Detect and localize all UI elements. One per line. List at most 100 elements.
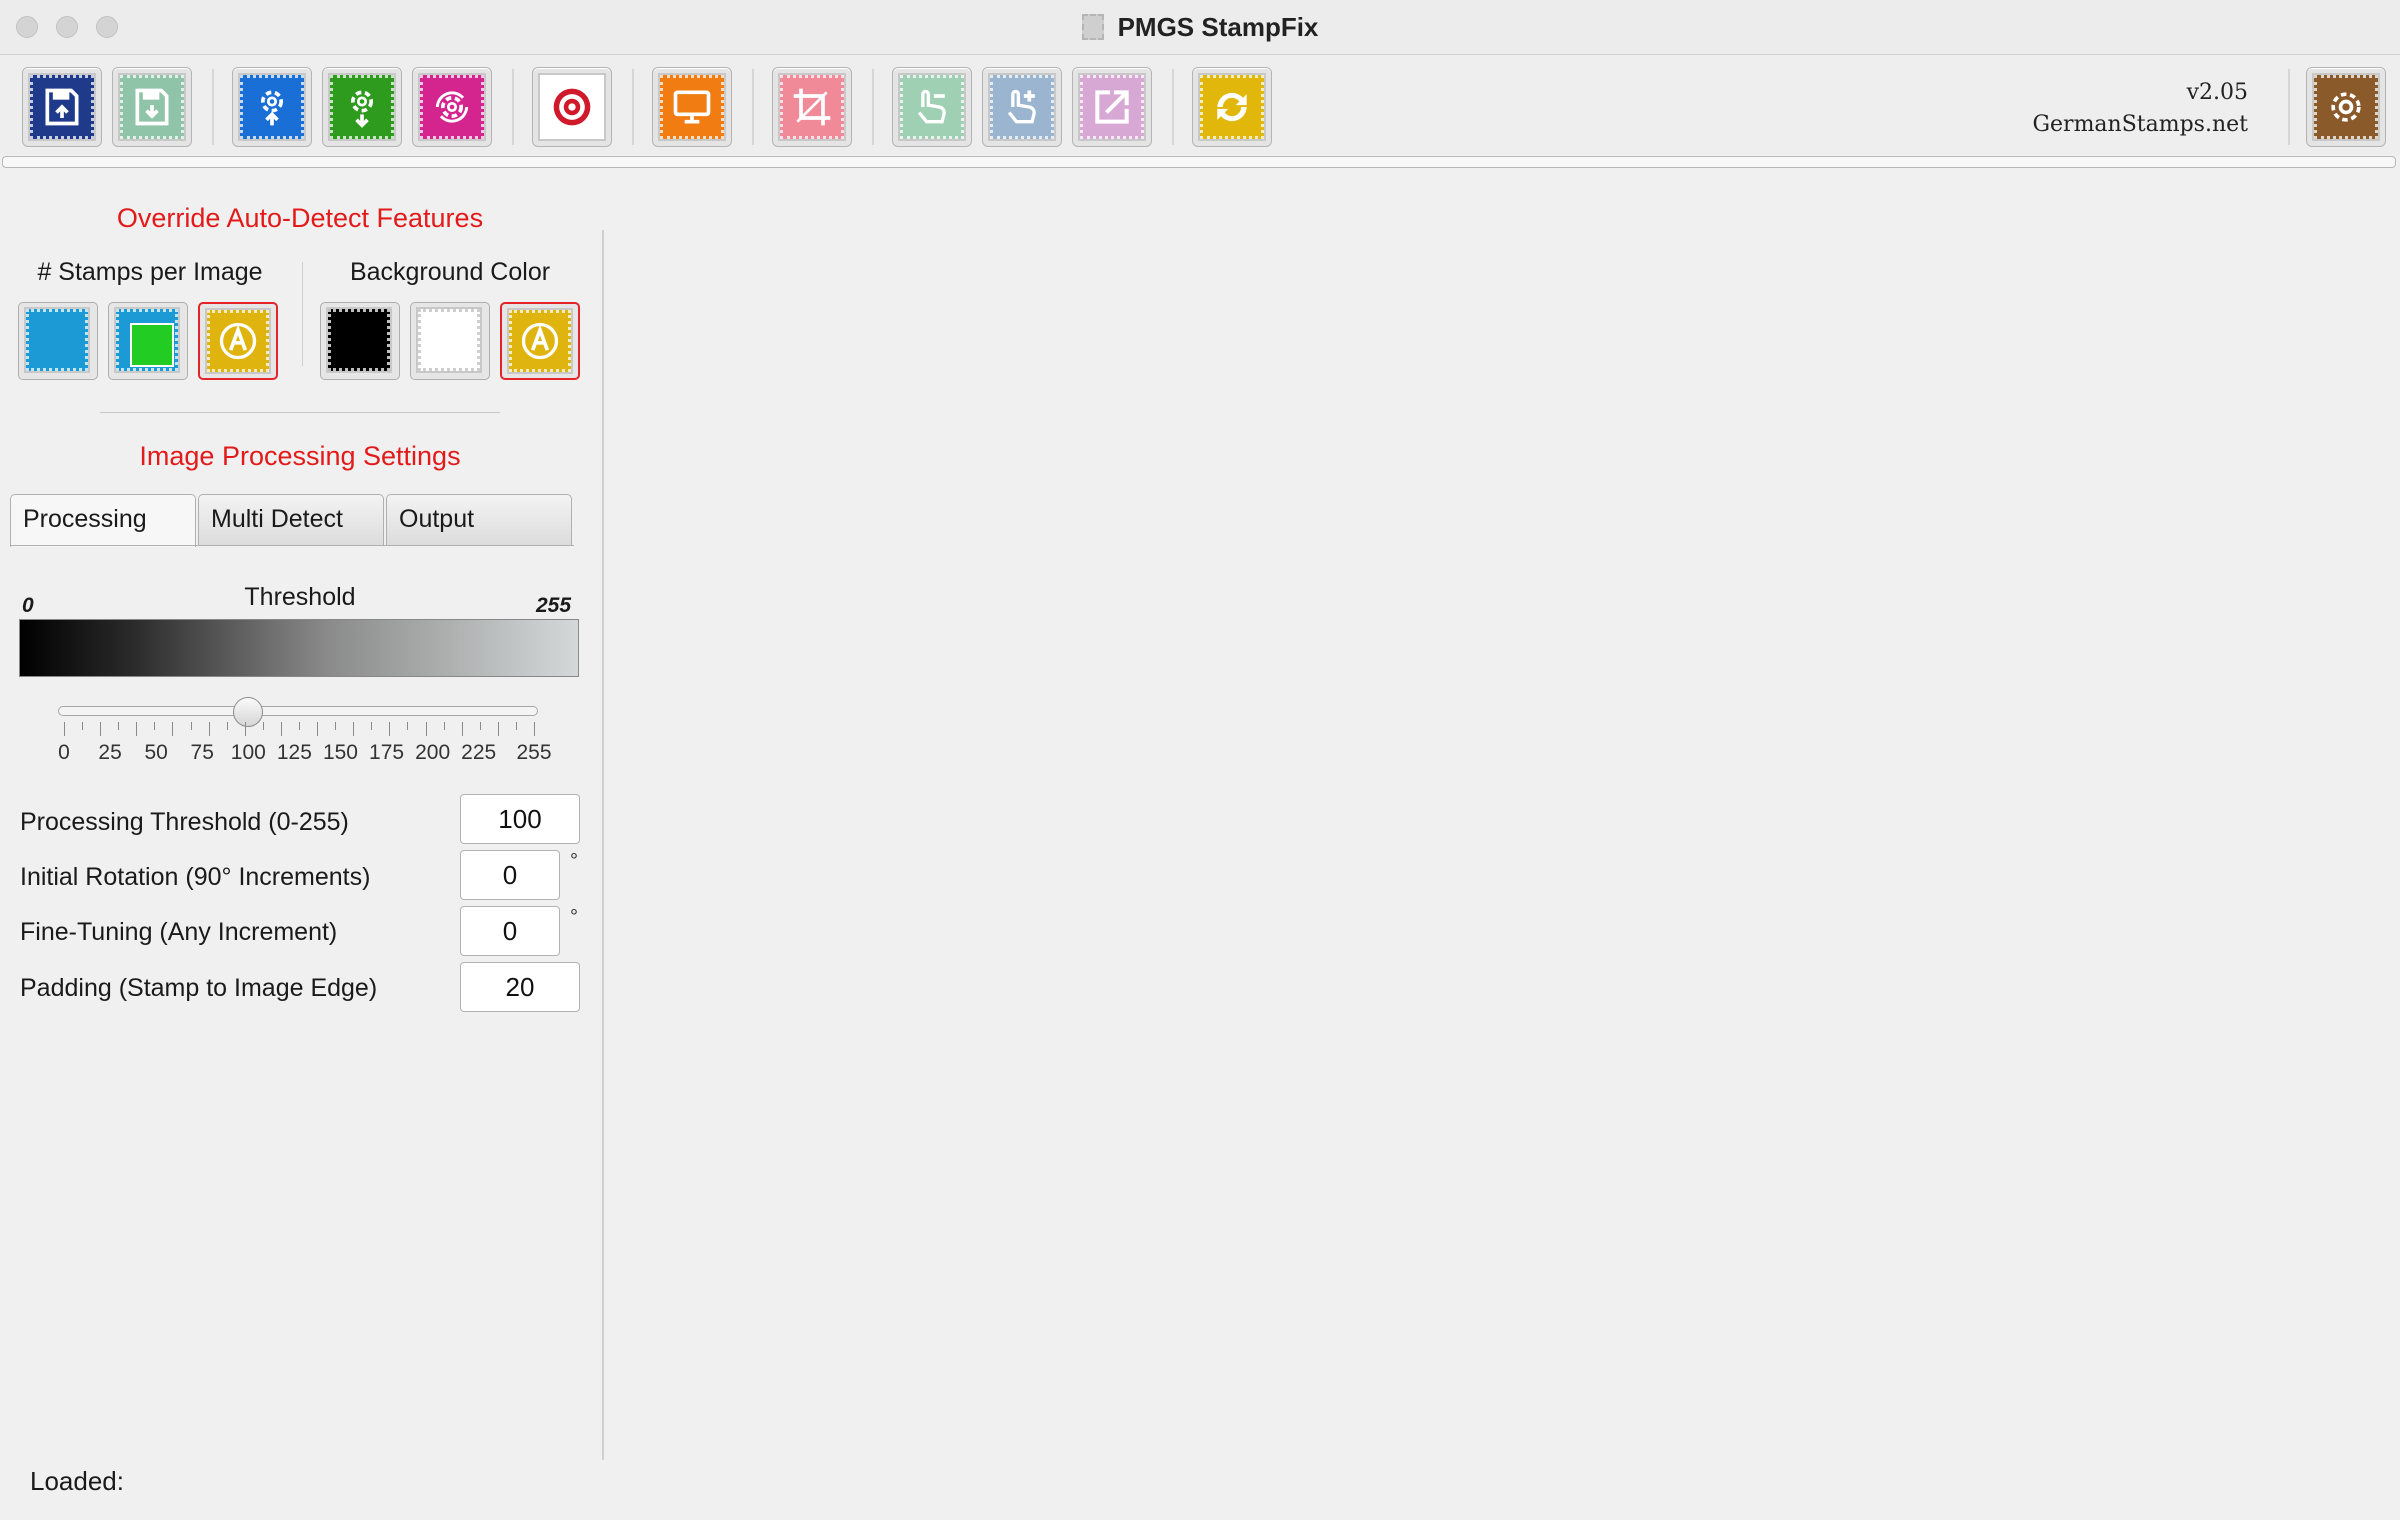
slider-tick [371, 722, 373, 730]
image-preview-area[interactable] [606, 170, 2400, 1460]
save-floppy-icon [28, 73, 96, 141]
save-as-button[interactable] [112, 67, 192, 147]
version-number: v2.05 [2186, 80, 2248, 105]
gear-icon [2312, 73, 2380, 141]
hand-remove-button[interactable] [892, 67, 972, 147]
gradient-min-label: 0 [22, 594, 34, 617]
preferences-button[interactable] [2306, 67, 2386, 147]
gear-reset-icon [418, 73, 486, 141]
threshold-slider[interactable] [58, 706, 538, 716]
slider-tick [172, 722, 174, 736]
toolbar-separator [212, 69, 214, 145]
slider-tick [226, 722, 228, 730]
slider-tick [82, 722, 84, 730]
multi-stamp-icon [114, 307, 180, 373]
slider-tick [389, 722, 391, 736]
settings-reset-button[interactable] [412, 67, 492, 147]
window-title: PMGS StampFix [1117, 12, 1319, 42]
tab-output[interactable]: Output [386, 494, 572, 546]
toolbar-separator [2288, 69, 2290, 145]
toolbar-separator [512, 69, 514, 145]
hand-add-button[interactable] [982, 67, 1062, 147]
slider-tick [118, 722, 120, 730]
settings-download-button[interactable] [322, 67, 402, 147]
hand-plus-icon [988, 73, 1056, 141]
tab-processing[interactable]: Processing [10, 494, 196, 547]
save-button[interactable] [22, 67, 102, 147]
slider-tick [534, 722, 535, 736]
loaded-status: Loaded: [30, 1466, 124, 1496]
auto-icon [205, 308, 271, 374]
slider-tick [299, 722, 300, 730]
export-button[interactable] [1072, 67, 1152, 147]
slider-tick [317, 722, 319, 736]
toolbar-separator [872, 69, 874, 145]
slider-tick [190, 722, 192, 730]
slider-ticks [60, 722, 540, 736]
gradient-max-label: 255 [536, 594, 572, 617]
slider-tick [497, 722, 499, 736]
refresh-button[interactable] [1192, 67, 1272, 147]
toolbar-separator [632, 69, 634, 145]
initial-rotation-label: Initial Rotation (90° Increments) [20, 863, 371, 891]
section-divider [100, 412, 500, 413]
refresh-icon [1198, 73, 1266, 141]
progress-bar [2, 156, 2396, 168]
slider-tick [280, 722, 282, 736]
slider-tick [244, 722, 246, 736]
stamps-per-image-label: # Stamps per Image [37, 258, 263, 286]
padding-label: Padding (Stamp to Image Edge) [20, 974, 378, 1002]
slider-tick-label: 225 [461, 741, 497, 764]
multi-stamp-button[interactable] [108, 302, 188, 380]
threshold-gradient [19, 619, 579, 677]
website-link[interactable]: GermanStamps.net [2032, 109, 2248, 141]
preview-button[interactable] [652, 67, 732, 147]
tab-multi-detect[interactable]: Multi Detect [198, 494, 384, 546]
auto-stamp-button[interactable] [198, 302, 278, 380]
toolbar: v2.05 GermanStamps.net [0, 55, 2400, 155]
export-arrow-icon [1078, 73, 1146, 141]
version-info: v2.05 GermanStamps.net [2032, 77, 2248, 141]
slider-tick [425, 722, 427, 736]
slider-tick [479, 722, 481, 730]
monitor-icon [658, 73, 726, 141]
target-icon [538, 73, 606, 141]
padding-field[interactable]: 20 [460, 962, 580, 1012]
initial-rotation-degree-unit: ° [570, 850, 578, 872]
title-bar: PMGS StampFix [0, 0, 2400, 55]
slider-tick-label: 255 [516, 741, 552, 764]
background-color-label: Background Color [349, 258, 551, 286]
slider-tick [136, 722, 138, 736]
fine-tuning-label: Fine-Tuning (Any Increment) [20, 918, 338, 946]
settings-upload-button[interactable] [232, 67, 312, 147]
gear-upload-icon [238, 73, 306, 141]
panel-divider[interactable] [602, 230, 604, 1460]
override-section-title: Override Auto-Detect Features [116, 203, 484, 233]
processing-threshold-label: Processing Threshold (0-255) [20, 808, 349, 836]
app-window: PMGS StampFix v2.05 GermanStamps.net Ove… [0, 0, 2400, 1520]
slider-tick [461, 722, 463, 736]
auto-icon [507, 308, 573, 374]
slider-tick [353, 722, 355, 736]
single-stamp-button[interactable] [18, 302, 98, 380]
slider-tick [443, 722, 445, 730]
slider-tick [515, 722, 517, 730]
tab-baseline [10, 545, 574, 546]
auto-background-button[interactable] [500, 302, 580, 380]
app-stamp-icon [1081, 14, 1104, 40]
slider-tick [208, 722, 210, 736]
processing-threshold-field[interactable]: 100 [460, 794, 580, 844]
toolbar-separator [1172, 69, 1174, 145]
initial-rotation-field[interactable]: 0 [460, 850, 560, 900]
white-background-button[interactable] [410, 302, 490, 380]
save-download-icon [118, 73, 186, 141]
target-button[interactable] [532, 67, 612, 147]
threshold-label: Threshold [244, 583, 356, 611]
black-background-button[interactable] [320, 302, 400, 380]
single-stamp-icon [24, 307, 90, 373]
override-divider [302, 262, 303, 366]
crop-button[interactable] [772, 67, 852, 147]
fine-tuning-field[interactable]: 0 [460, 906, 560, 956]
slider-tick [154, 722, 156, 730]
slider-tick [335, 722, 337, 730]
